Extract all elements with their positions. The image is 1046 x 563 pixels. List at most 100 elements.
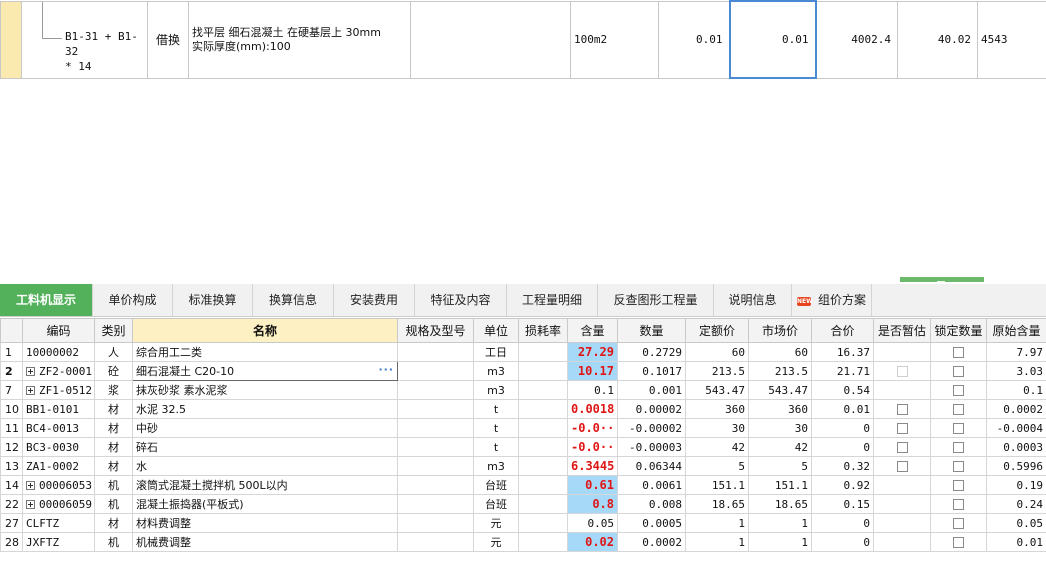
code-cell[interactable]: 00006059 <box>22 494 95 514</box>
table-row[interactable]: 12 BC3-0030 材碎石 t -0.0··· -0.00003 42 42 0 0.0003 <box>0 437 1046 457</box>
total-cell[interactable]: 0.01 <box>811 399 874 419</box>
amount-cell[interactable]: 0.1017 <box>617 361 686 381</box>
quota-price-cell[interactable]: 151.1 <box>685 475 749 495</box>
table-row[interactable]: 27 CLFTZ 材材料费调整元 0.05 0.0005 1 1 0 0.05 <box>0 513 1046 533</box>
table-row[interactable]: 13 ZA1-0002 材水 m3 6.3445 0.06344 5 5 0.32 0.5996 <box>0 456 1046 476</box>
row-index[interactable]: 14 <box>0 475 23 495</box>
content-cell[interactable]: 0.61 <box>567 475 618 495</box>
col-content-header[interactable]: 含量 <box>567 318 618 343</box>
unit-cell[interactable]: m3 <box>473 456 519 476</box>
table-row[interactable]: 11 BC4-0013 材中砂 t -0.0··· -0.00002 30 30 0 -0.000… <box>0 418 1046 438</box>
original-content-cell[interactable]: 0.5996 <box>986 456 1046 476</box>
amount-cell[interactable]: 0.00002 <box>617 399 686 419</box>
row-index[interactable]: 2 <box>0 361 23 381</box>
spec-cell[interactable] <box>397 418 474 438</box>
content-cell[interactable]: -0.0··· <box>567 418 618 438</box>
table-row[interactable]: 10 BB1-0101 材水泥 32.5 t 0.0018 0.00002 360 360 0.… <box>0 399 1046 419</box>
row-index[interactable]: 10 <box>0 399 23 419</box>
content-cell[interactable]: 10.17 <box>567 361 618 381</box>
expand-plus-icon[interactable] <box>26 386 35 395</box>
total-cell[interactable]: 21.71 <box>811 361 874 381</box>
code-cell[interactable]: JXFTZ <box>22 532 95 552</box>
quota-price-cell[interactable]: 30 <box>685 418 749 438</box>
category-cell[interactable]: 机 <box>94 475 133 495</box>
top-quantity-expr-cell[interactable]: 0.01 <box>658 0 730 79</box>
unit-cell[interactable]: 台班 <box>473 494 519 514</box>
temp-estimate-cell[interactable] <box>873 494 931 514</box>
spec-cell[interactable] <box>397 494 474 514</box>
more-ellipsis-button[interactable]: ··· <box>378 363 394 376</box>
amount-cell[interactable]: 0.06344 <box>617 456 686 476</box>
total-cell[interactable]: 0 <box>811 513 874 533</box>
temp-estimate-cell[interactable] <box>873 361 931 381</box>
lock-quantity-cell[interactable] <box>930 361 987 381</box>
col-original-content-header[interactable]: 原始含量 <box>986 318 1046 343</box>
name-cell[interactable]: 材料费调整 <box>132 513 398 533</box>
market-price-cell[interactable]: 30 <box>748 418 812 438</box>
temp-estimate-cell[interactable] <box>873 342 931 362</box>
loss-rate-cell[interactable] <box>518 361 568 381</box>
temp-estimate-cell[interactable] <box>873 513 931 533</box>
content-cell[interactable]: 0.1 <box>567 380 618 400</box>
tab-reverse-lookup-quantity[interactable]: 反查图形工程量 <box>598 284 714 316</box>
top-total-cell[interactable]: 40.02 <box>897 0 978 79</box>
code-cell[interactable]: BB1-0101 <box>22 399 95 419</box>
row-index[interactable]: 13 <box>0 456 23 476</box>
table-row[interactable]: 22 00006059 机混凝土振捣器(平板式) 台班 0.8 0.008 18.65 18.… <box>0 494 1046 514</box>
category-cell[interactable]: 浆 <box>94 380 133 400</box>
top-spec-cell[interactable] <box>410 0 571 79</box>
original-content-cell[interactable]: 7.97 <box>986 342 1046 362</box>
name-cell[interactable]: 细石混凝土 C20-10 ··· <box>132 361 398 381</box>
top-item-row[interactable]: B1-31 + B1-32 * 14 借换 找平层 细石混凝土 在硬基层上 30… <box>0 0 1046 79</box>
category-cell[interactable]: 材 <box>94 418 133 438</box>
lock-quantity-checkbox[interactable] <box>953 480 964 491</box>
temp-estimate-cell[interactable] <box>873 437 931 457</box>
code-cell[interactable]: ZA1-0002 <box>22 456 95 476</box>
market-price-cell[interactable]: 5 <box>748 456 812 476</box>
row-index[interactable]: 7 <box>0 380 23 400</box>
lock-quantity-cell[interactable] <box>930 494 987 514</box>
table-row[interactable]: 14 00006053 机滚筒式混凝土搅拌机 500L以内 台班 0.61 0.0061 1… <box>0 475 1046 495</box>
lock-quantity-cell[interactable] <box>930 513 987 533</box>
top-type-cell[interactable]: 借换 <box>147 0 189 79</box>
code-cell[interactable]: 00006053 <box>22 475 95 495</box>
content-cell[interactable]: 0.0018 <box>567 399 618 419</box>
name-cell[interactable]: 抹灰砂浆 素水泥浆 <box>132 380 398 400</box>
original-content-cell[interactable]: 0.0002 <box>986 399 1046 419</box>
lock-quantity-checkbox[interactable] <box>953 537 964 548</box>
col-loss-rate-header[interactable]: 损耗率 <box>518 318 568 343</box>
temp-estimate-cell[interactable] <box>873 380 931 400</box>
loss-rate-cell[interactable] <box>518 532 568 552</box>
original-content-cell[interactable]: 0.0003 <box>986 437 1046 457</box>
name-cell[interactable]: 机械费调整 <box>132 532 398 552</box>
market-price-cell[interactable]: 360 <box>748 399 812 419</box>
unit-cell[interactable]: t <box>473 399 519 419</box>
amount-cell[interactable]: 0.0005 <box>617 513 686 533</box>
name-cell[interactable]: 滚筒式混凝土搅拌机 500L以内 <box>132 475 398 495</box>
lock-quantity-checkbox[interactable] <box>953 404 964 415</box>
row-index[interactable]: 22 <box>0 494 23 514</box>
spec-cell[interactable] <box>397 437 474 457</box>
lock-quantity-checkbox[interactable] <box>953 423 964 434</box>
category-cell[interactable]: 材 <box>94 513 133 533</box>
code-cell[interactable]: BC3-0030 <box>22 437 95 457</box>
loss-rate-cell[interactable] <box>518 437 568 457</box>
temp-estimate-checkbox[interactable] <box>896 461 908 472</box>
tab-labor-material-machine[interactable]: 工料机显示 <box>0 284 93 316</box>
code-cell[interactable]: CLFTZ <box>22 513 95 533</box>
spec-cell[interactable] <box>397 342 474 362</box>
temp-estimate-cell[interactable] <box>873 456 931 476</box>
category-cell[interactable]: 机 <box>94 532 133 552</box>
tab-quantity-details[interactable]: 工程量明细 <box>507 284 598 316</box>
expand-plus-icon[interactable] <box>26 367 35 376</box>
content-cell[interactable]: 0.8 <box>567 494 618 514</box>
market-price-cell[interactable]: 60 <box>748 342 812 362</box>
loss-rate-cell[interactable] <box>518 494 568 514</box>
col-name-header[interactable]: 名称 <box>132 318 398 343</box>
market-price-cell[interactable]: 1 <box>748 532 812 552</box>
lock-quantity-cell[interactable] <box>930 399 987 419</box>
table-row[interactable]: 2 ZF2-0001 砼细石混凝土 C20-10 ··· m3 10.17 0.1017 21… <box>0 361 1046 381</box>
spec-cell[interactable] <box>397 399 474 419</box>
lock-quantity-checkbox[interactable] <box>953 461 964 472</box>
code-cell[interactable]: 10000002 <box>22 342 95 362</box>
